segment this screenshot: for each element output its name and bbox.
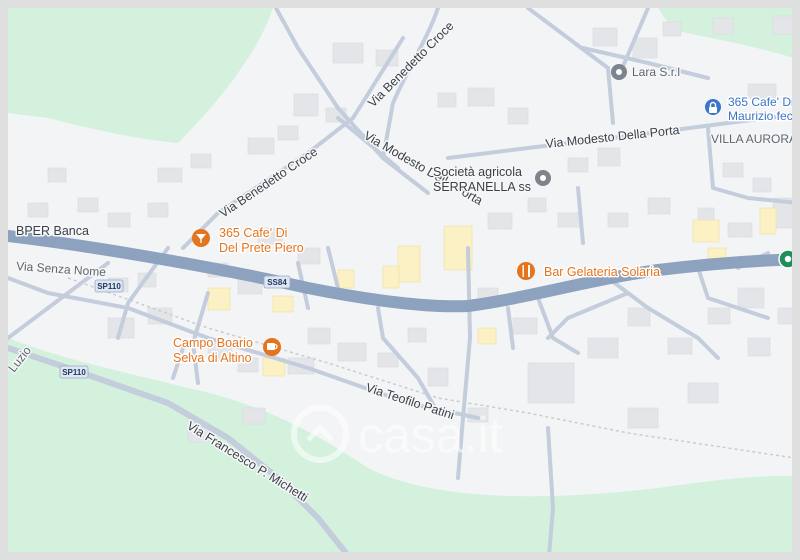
label-societa-line1: Società agricola [433, 165, 522, 179]
poi-lara[interactable]: Lara S.r.l [611, 64, 682, 81]
fork-knife-icon [517, 262, 535, 280]
label-campo-boario-line1: Campo Boario [173, 336, 253, 350]
label-campo-boario-line2: Selva di Altino [173, 351, 252, 365]
svg-text:SP110: SP110 [97, 282, 121, 291]
label-cafe-maurizio-line2: Maurizio fec [728, 109, 793, 123]
label-bar-gelateria: Bar Gelateria Solaria [544, 265, 660, 279]
watermark-text: casa.it [358, 407, 503, 463]
shield-sp110-a: SP110 [94, 279, 124, 293]
shield-ss84: SS84 [263, 275, 291, 289]
location-marker[interactable] [778, 249, 797, 269]
svg-text:SS84: SS84 [267, 278, 287, 287]
label-bper-banca[interactable]: BPER Banca [15, 223, 91, 240]
map-frame[interactable]: Via Benedetto Croce Via Benedetto Croce … [0, 0, 800, 560]
label-villa-aurora: VILLA AURORA [711, 132, 797, 146]
label-cafe-del-prete-line1: 365 Cafe' Di [219, 226, 287, 240]
label-cafe-maurizio-line1: 365 Cafe' Di [728, 95, 794, 109]
shield-sp110-b: SP110 [59, 365, 89, 379]
label-cafe-del-prete-line2: Del Prete Piero [219, 241, 304, 255]
label-lara: Lara S.r.l [632, 65, 680, 79]
map-canvas[interactable]: Via Benedetto Croce Via Benedetto Croce … [8, 8, 800, 560]
svg-text:SP110: SP110 [62, 368, 86, 377]
label-societa-line2: SERRANELLA ss [433, 180, 531, 194]
